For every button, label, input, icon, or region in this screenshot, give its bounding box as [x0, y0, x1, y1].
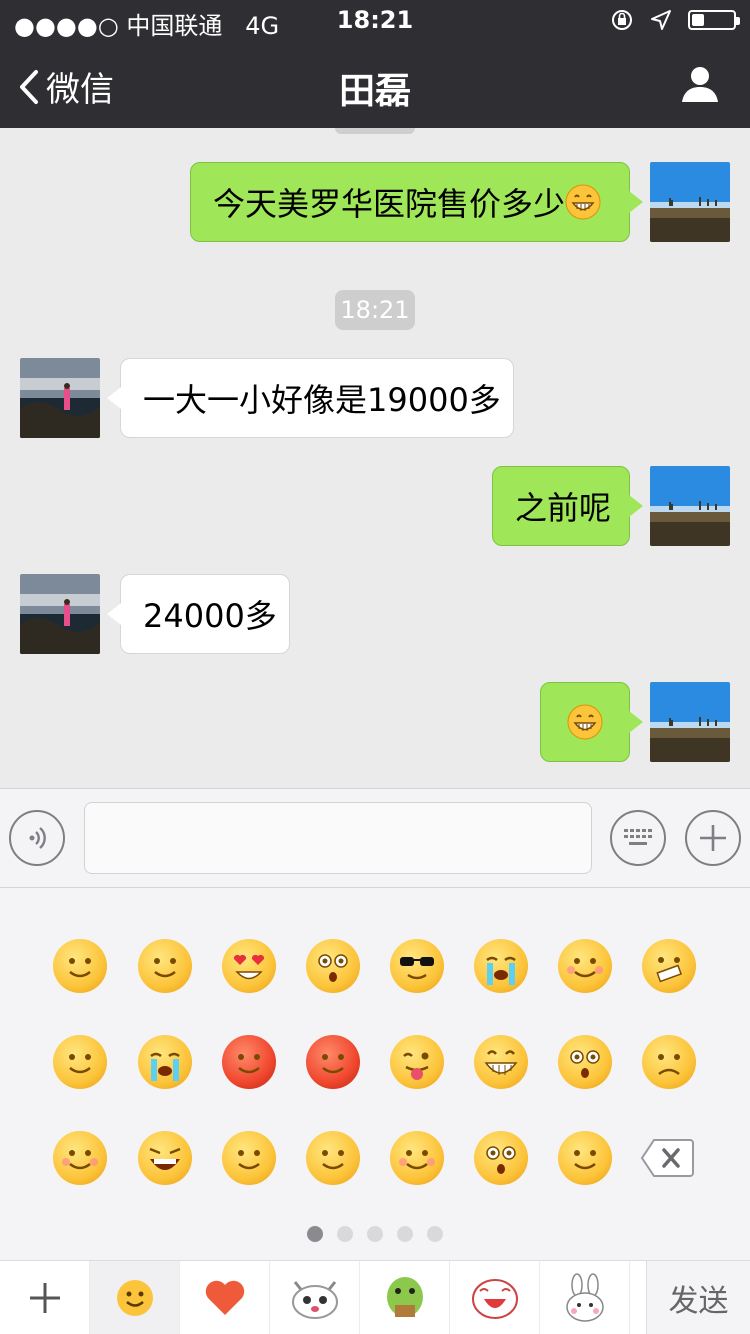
dizzy-emoji[interactable] [222, 1131, 276, 1185]
my-avatar[interactable] [650, 466, 730, 546]
my-avatar[interactable] [650, 162, 730, 242]
surprised-emoji[interactable] [474, 1131, 528, 1185]
battery-icon [688, 10, 740, 30]
plus-icon [29, 1283, 60, 1313]
shocked-emoji[interactable] [558, 1035, 612, 1089]
tears-emoji[interactable] [138, 1035, 192, 1089]
sticker-tab-bar: 发送 [0, 1260, 750, 1334]
message-bubble-received[interactable]: 一大一小好像是19000多 [107, 358, 514, 438]
grin-emoji [565, 184, 601, 220]
message-bubble-sent[interactable]: 今天美罗华医院售价多少 [190, 162, 643, 242]
scream-emoji[interactable] [138, 1131, 192, 1185]
laugh-sticker-icon [471, 1279, 518, 1319]
blush-angry-emoji[interactable] [558, 939, 612, 993]
contact-avatar[interactable] [20, 574, 100, 654]
chat-title: 田磊 [338, 71, 411, 112]
page-indicator[interactable] [0, 1226, 750, 1242]
laugh-sticker-tab[interactable] [450, 1261, 540, 1334]
smile-emoji[interactable] [53, 939, 107, 993]
tongue-wink-emoji[interactable] [390, 1035, 444, 1089]
status-bar: ●●●●○ 中国联通 4G 18:21 [0, 0, 750, 40]
confused-emoji[interactable] [558, 1131, 612, 1185]
keyboard-icon [624, 829, 652, 845]
time-divider: 18:21 [335, 290, 415, 330]
grin-emoji[interactable] [474, 1035, 528, 1089]
plus-icon [700, 825, 726, 851]
frown-emoji[interactable] [642, 1035, 696, 1089]
shy-smile-emoji[interactable] [390, 1131, 444, 1185]
nav-bar: 微信 田磊 [0, 40, 750, 128]
facepalm-emoji[interactable] [306, 1131, 360, 1185]
heart-tab-icon [205, 1280, 244, 1315]
message-bubble-sent[interactable] [540, 682, 643, 762]
grin-emoji [567, 704, 603, 740]
message-input[interactable] [84, 802, 592, 874]
cat-sticker-tab[interactable] [270, 1261, 360, 1334]
voice-button[interactable] [9, 810, 65, 866]
grimace-emoji[interactable] [138, 939, 192, 993]
zipped-emoji[interactable] [642, 939, 696, 993]
contact-avatar[interactable] [20, 358, 100, 438]
backspace-icon[interactable] [640, 1138, 694, 1178]
more-button[interactable] [685, 810, 741, 866]
dino-sticker-icon [386, 1277, 423, 1317]
pouty-emoji[interactable] [53, 1131, 107, 1185]
rabbit-sticker-tab[interactable] [540, 1261, 630, 1334]
emoji-tab[interactable] [90, 1261, 180, 1334]
page-dot[interactable] [427, 1226, 443, 1242]
message-bubble-sent[interactable]: 之前呢 [492, 466, 643, 546]
smiley-tab-icon [116, 1280, 153, 1316]
wechat-chat-screen: ●●●●○ 中国联通 4G 18:21 微信 田磊 今天美罗华医院售价多少 18… [0, 0, 750, 1334]
page-dot[interactable] [397, 1226, 413, 1242]
sleepy-emoji[interactable] [53, 1035, 107, 1089]
send-button[interactable]: 发送 [646, 1261, 750, 1334]
sunglasses-emoji[interactable] [390, 939, 444, 993]
rabbit-sticker-icon [565, 1273, 604, 1322]
add-sticker-tab[interactable] [0, 1261, 90, 1334]
rotation-lock-icon [612, 10, 632, 30]
page-dot[interactable] [337, 1226, 353, 1242]
voice-icon [29, 827, 46, 849]
furious-emoji[interactable] [306, 1035, 360, 1089]
cat-sticker-icon [291, 1281, 338, 1319]
cry-emoji[interactable] [474, 939, 528, 993]
previous-timestamp-stub [335, 128, 415, 134]
person-icon[interactable] [680, 64, 720, 104]
emoji-panel [0, 888, 750, 1260]
message-bubble-received[interactable]: 24000多 [107, 574, 290, 654]
page-dot[interactable] [367, 1226, 383, 1242]
input-bar [0, 788, 750, 888]
angry-stare-emoji[interactable] [306, 939, 360, 993]
location-arrow-icon [651, 10, 671, 30]
chat-area[interactable]: 今天美罗华医院售价多少 18:21 一大一小好像是19000多 之前呢 2400… [0, 128, 750, 788]
heart-eyes-emoji[interactable] [222, 939, 276, 993]
my-avatar[interactable] [650, 682, 730, 762]
dino-sticker-tab[interactable] [360, 1261, 450, 1334]
page-dot[interactable] [307, 1226, 323, 1242]
keyboard-button[interactable] [610, 810, 666, 866]
favorites-tab[interactable] [180, 1261, 270, 1334]
red-sweat-emoji[interactable] [222, 1035, 276, 1089]
